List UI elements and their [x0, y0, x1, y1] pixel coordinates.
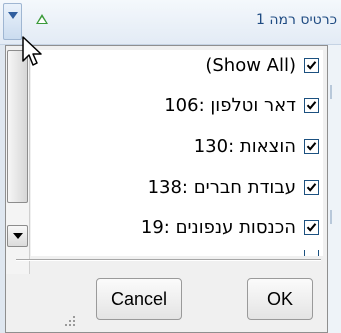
- list-item-label: 19: הכנסות ענפונים: [140, 216, 296, 238]
- ok-button[interactable]: OK: [247, 278, 313, 320]
- resize-grip-icon[interactable]: [63, 314, 77, 328]
- chevron-down-icon: [8, 12, 18, 19]
- scroll-down-button[interactable]: [7, 225, 28, 247]
- list-item[interactable]: 106: דאר וטלפון: [35, 90, 319, 120]
- sort-ascending-icon[interactable]: [36, 14, 48, 24]
- list-item-label: 106: דאר וטלפון: [164, 94, 296, 116]
- scroll-down-arrow-icon: [13, 233, 23, 239]
- checkbox-checked[interactable]: [304, 97, 319, 113]
- checkbox-checked[interactable]: [304, 138, 319, 154]
- divider: [16, 259, 321, 261]
- filter-dropdown-button[interactable]: [3, 3, 22, 40]
- mouse-cursor-icon: [22, 36, 42, 66]
- list-item-show-all[interactable]: (Show All): [35, 50, 319, 80]
- filter-value-list: (Show All) 106: דאר וטלפון 130: הוצאות 1…: [31, 50, 323, 256]
- list-item[interactable]: 138: עבודת חברים: [35, 172, 319, 202]
- column-title: כרטיס רמה 1: [256, 12, 337, 28]
- list-item[interactable]: 130: הוצאות: [35, 131, 319, 161]
- cancel-button[interactable]: Cancel: [96, 278, 182, 320]
- list-item-label: (Show All): [205, 54, 296, 76]
- background-panel-right: [328, 45, 341, 333]
- partially-visible-checkbox[interactable]: [304, 250, 319, 256]
- filter-popup: (Show All) 106: דאר וטלפון 130: הוצאות 1…: [5, 45, 328, 333]
- checkbox-checked[interactable]: [304, 219, 319, 235]
- checkbox-checked[interactable]: [304, 179, 319, 195]
- list-item-label: 138: עבודת חברים: [147, 176, 296, 198]
- checkbox-checked[interactable]: [304, 57, 319, 73]
- list-item-label: 130: הוצאות: [193, 135, 296, 157]
- list-item[interactable]: 19: הכנסות ענפונים: [35, 212, 319, 242]
- column-header: כרטיס רמה 1: [0, 0, 341, 45]
- list-scrollbar[interactable]: [6, 50, 30, 274]
- scrollbar-thumb[interactable]: [7, 50, 28, 203]
